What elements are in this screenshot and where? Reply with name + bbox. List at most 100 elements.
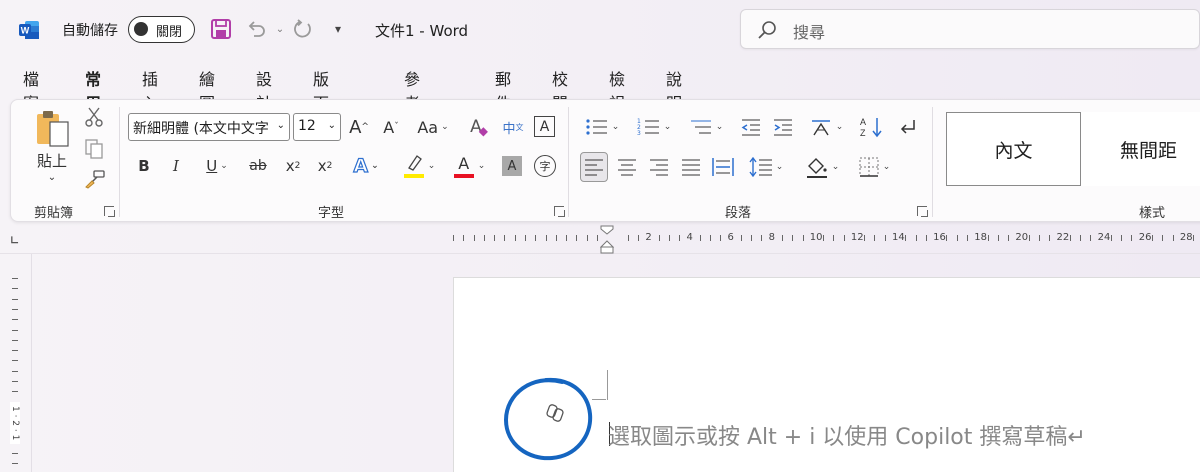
strikethrough-button[interactable]: ab — [246, 154, 270, 178]
text-effects-icon: A — [353, 154, 369, 177]
borders-button[interactable]: ⌄ — [852, 153, 896, 181]
show-formatting-marks-icon[interactable] — [894, 114, 922, 140]
chevron-down-icon: ⌄ — [427, 161, 436, 171]
grow-font-button[interactable]: A ^ — [346, 114, 372, 140]
subscript-icon: x — [285, 157, 295, 175]
underline-button[interactable]: U ⌄ — [197, 154, 237, 178]
align-center-icon[interactable] — [614, 153, 640, 181]
ruler-tick — [12, 298, 18, 300]
shading-button[interactable]: ⌄ — [800, 153, 844, 181]
toggle-knob — [134, 22, 148, 36]
copy-icon[interactable] — [84, 139, 104, 159]
phonetic-guide-icon: 中 — [502, 121, 516, 137]
ruler-tick — [566, 235, 568, 241]
justify-icon[interactable] — [678, 153, 704, 181]
ruler-tick — [12, 308, 18, 310]
horizontal-ruler[interactable]: 2 4 6 8 10 12 14 16 18 20 22 24 26 28 — [448, 229, 1200, 247]
paste-dropdown-icon[interactable]: ⌄ — [44, 170, 60, 184]
format-painter-icon[interactable] — [84, 169, 106, 189]
ruler-tick — [12, 329, 18, 331]
increase-indent-icon[interactable] — [770, 114, 796, 140]
ruler-tick — [997, 235, 999, 241]
ruler-tick — [12, 350, 18, 352]
ruler-label: 12 — [850, 232, 864, 243]
style-normal[interactable]: 內文 — [946, 112, 1081, 186]
ruler-tick — [12, 381, 18, 382]
autosave-toggle[interactable]: 關閉 — [128, 16, 195, 43]
ruler-tick — [679, 235, 681, 241]
tab-selector[interactable]: ∟ — [10, 234, 19, 247]
character-shading-button[interactable]: A — [502, 156, 522, 176]
superscript-button[interactable]: x2 — [314, 154, 336, 178]
text-effects-button[interactable]: A ⌄ — [346, 154, 386, 178]
save-icon[interactable] — [209, 17, 233, 41]
ruler-tick — [823, 235, 825, 241]
search-box[interactable]: 搜尋 — [740, 9, 1200, 49]
copilot-icon[interactable] — [544, 402, 566, 424]
bullets-button[interactable]: ⌄ — [580, 114, 624, 140]
ruler-label: 20 — [1015, 232, 1029, 243]
ruler-tick — [576, 235, 578, 241]
ruler-tick — [1172, 235, 1174, 241]
font-launcher-icon[interactable] — [554, 206, 565, 217]
ruler-tick — [12, 360, 18, 362]
multilevel-list-button[interactable]: ⌄ — [684, 114, 728, 140]
ruler-tick — [1131, 235, 1133, 241]
ruler-tick — [545, 235, 547, 241]
ruler-tick — [710, 235, 711, 241]
ruler-tick — [781, 235, 783, 241]
line-spacing-button[interactable]: ⌄ — [744, 153, 788, 181]
decrease-indent-icon[interactable] — [738, 114, 764, 140]
cut-icon[interactable] — [84, 107, 104, 127]
clipboard-launcher-icon[interactable] — [104, 206, 115, 217]
asian-layout-button[interactable]: ⌄ — [804, 114, 848, 140]
vertical-ruler-edge — [31, 254, 32, 472]
chevron-down-icon: ⌄ — [715, 122, 724, 132]
font-color-button[interactable]: A ⌄ — [448, 152, 490, 180]
style-no-spacing[interactable]: 無間距 — [1081, 112, 1200, 186]
bold-button[interactable]: B — [134, 154, 154, 178]
ruler-tick — [1069, 235, 1071, 241]
undo-dropdown-icon[interactable]: ⌄ — [268, 17, 292, 41]
ruler-tick — [1008, 235, 1010, 241]
ruler-label: 4 — [686, 232, 693, 243]
font-name-combo[interactable]: 新細明體 (本文中文字 ⌄ — [128, 113, 290, 141]
ruler-tick — [1028, 235, 1030, 241]
align-right-icon[interactable] — [646, 153, 672, 181]
redo-icon[interactable] — [291, 17, 315, 41]
phonetic-guide-button[interactable]: 中文 — [500, 113, 526, 141]
highlight-color-bar — [403, 174, 424, 178]
clear-format-button[interactable]: A ◆ — [466, 114, 492, 140]
enclose-characters-button[interactable]: 字 — [534, 155, 556, 177]
highlight-color-button[interactable]: ⌄ — [398, 152, 440, 180]
align-left-icon[interactable] — [580, 152, 608, 182]
svg-text:A: A — [860, 117, 866, 127]
undo-icon[interactable] — [244, 17, 268, 41]
italic-button[interactable]: I — [166, 154, 186, 178]
multilevel-list-icon — [690, 120, 711, 134]
font-size-combo[interactable]: 12 ⌄ — [293, 113, 341, 141]
change-case-button[interactable]: Aa ⌄ — [412, 114, 454, 140]
paste-label[interactable]: 貼上 — [30, 151, 74, 170]
subscript-button[interactable]: x2 — [282, 154, 304, 178]
paste-icon[interactable] — [33, 107, 73, 151]
chevron-down-icon: ⌄ — [882, 162, 891, 172]
ruler-tick — [802, 235, 804, 241]
distributed-icon[interactable] — [710, 153, 736, 181]
vertical-ruler[interactable]: 1 · 2 · 1 — [8, 272, 24, 472]
ruler-tick — [761, 235, 763, 241]
ruler-tick — [494, 235, 496, 241]
sort-icon[interactable]: AZ — [858, 114, 886, 140]
numbering-button[interactable]: 123 ⌄ — [632, 114, 676, 140]
ruler-tick — [535, 235, 537, 241]
ruler-label: 6 — [727, 232, 734, 243]
character-border-button[interactable]: A — [534, 116, 555, 137]
grow-font-icon: A — [349, 116, 362, 138]
indent-marker-icon[interactable] — [600, 225, 614, 255]
ruler-label: 14 — [892, 232, 905, 243]
customize-toolbar-icon[interactable]: ▾ — [326, 17, 350, 41]
shrink-font-button[interactable]: Aˇ — [378, 114, 404, 140]
ruler-tick — [658, 235, 660, 241]
paragraph-launcher-icon[interactable] — [917, 206, 928, 217]
ruler-tick — [699, 235, 701, 241]
